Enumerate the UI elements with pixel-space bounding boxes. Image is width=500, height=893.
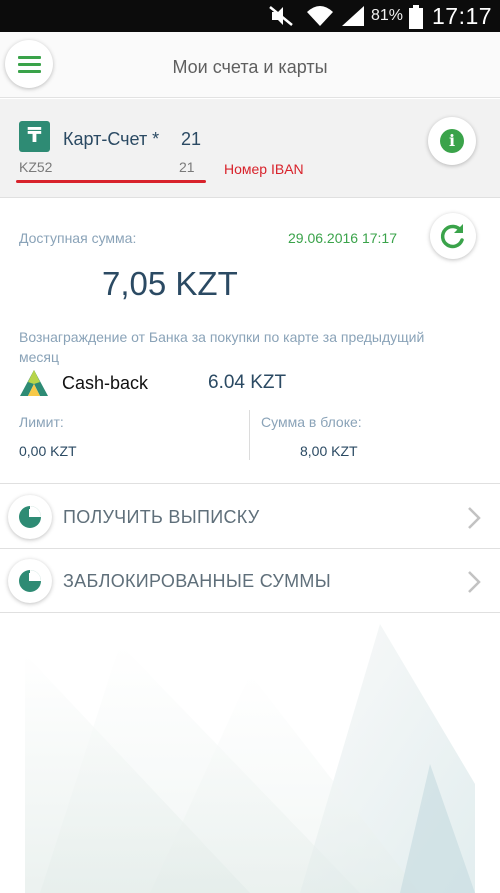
clock-icon — [19, 570, 41, 592]
signal-icon — [342, 6, 364, 26]
get-statement-row[interactable]: ПОЛУЧИТЬ ВЫПИСКУ — [0, 485, 500, 549]
cashback-value: 6.04 KZT — [208, 372, 287, 393]
clock-button — [8, 495, 52, 539]
refresh-button[interactable] — [430, 213, 476, 259]
clock-icon — [19, 506, 41, 528]
status-bar: 81% 17:17 — [0, 0, 500, 32]
iban-prefix: KZ52 — [19, 159, 53, 175]
limit-label: Лимит: — [19, 414, 64, 430]
cashback-label: Cash-back — [62, 373, 149, 393]
available-amount: 7,05 KZT — [102, 265, 238, 302]
iban-highlight-underline — [16, 180, 206, 183]
battery-percent: 81% — [371, 7, 404, 24]
page-title: Мои счета и карты — [172, 57, 328, 77]
blocked-amount-value: 8,00 KZT — [300, 443, 358, 459]
account-name: Карт-Счет * — [63, 129, 160, 149]
limit-value: 0,00 KZT — [19, 443, 77, 459]
chevron-right-icon — [468, 571, 481, 593]
tenge-logo-icon: ₸ — [19, 121, 50, 152]
app-header: Мои счета и карты — [0, 32, 500, 98]
decorative-background — [0, 614, 500, 893]
blocked-sums-label: ЗАБЛОКИРОВАННЫЕ СУММЫ — [63, 571, 331, 591]
clock-button — [8, 559, 52, 603]
blocked-amount-label: Сумма в блоке: — [261, 414, 362, 430]
cashback-logo-icon — [20, 370, 48, 396]
battery-icon — [409, 5, 423, 29]
chevron-right-icon — [468, 507, 481, 529]
wifi-icon — [307, 6, 333, 26]
blocked-sums-row[interactable]: ЗАБЛОКИРОВАННЫЕ СУММЫ — [0, 549, 500, 613]
balance-date: 29.06.2016 17:17 — [288, 230, 397, 246]
account-card[interactable]: ₸ Карт-Счет * 21 KZ52 21 Номер IBAN — [0, 99, 500, 198]
info-icon: i — [440, 129, 464, 153]
divider — [249, 410, 250, 460]
reward-description: Вознаграждение от Банка за покупки по ка… — [19, 329, 425, 365]
iban-suffix: 21 — [179, 159, 195, 175]
refresh-icon — [440, 224, 464, 249]
background-pattern — [0, 614, 500, 893]
vibrate-mute-icon — [269, 6, 293, 26]
info-button[interactable]: i — [428, 117, 476, 165]
balance-section: Доступная сумма: 29.06.2016 17:17 7,05 K… — [0, 199, 500, 484]
account-number: 21 — [181, 129, 202, 149]
get-statement-label: ПОЛУЧИТЬ ВЫПИСКУ — [63, 507, 260, 527]
available-label: Доступная сумма: — [19, 230, 137, 246]
iban-annotation: Номер IBAN — [224, 161, 304, 177]
status-time: 17:17 — [432, 3, 493, 29]
